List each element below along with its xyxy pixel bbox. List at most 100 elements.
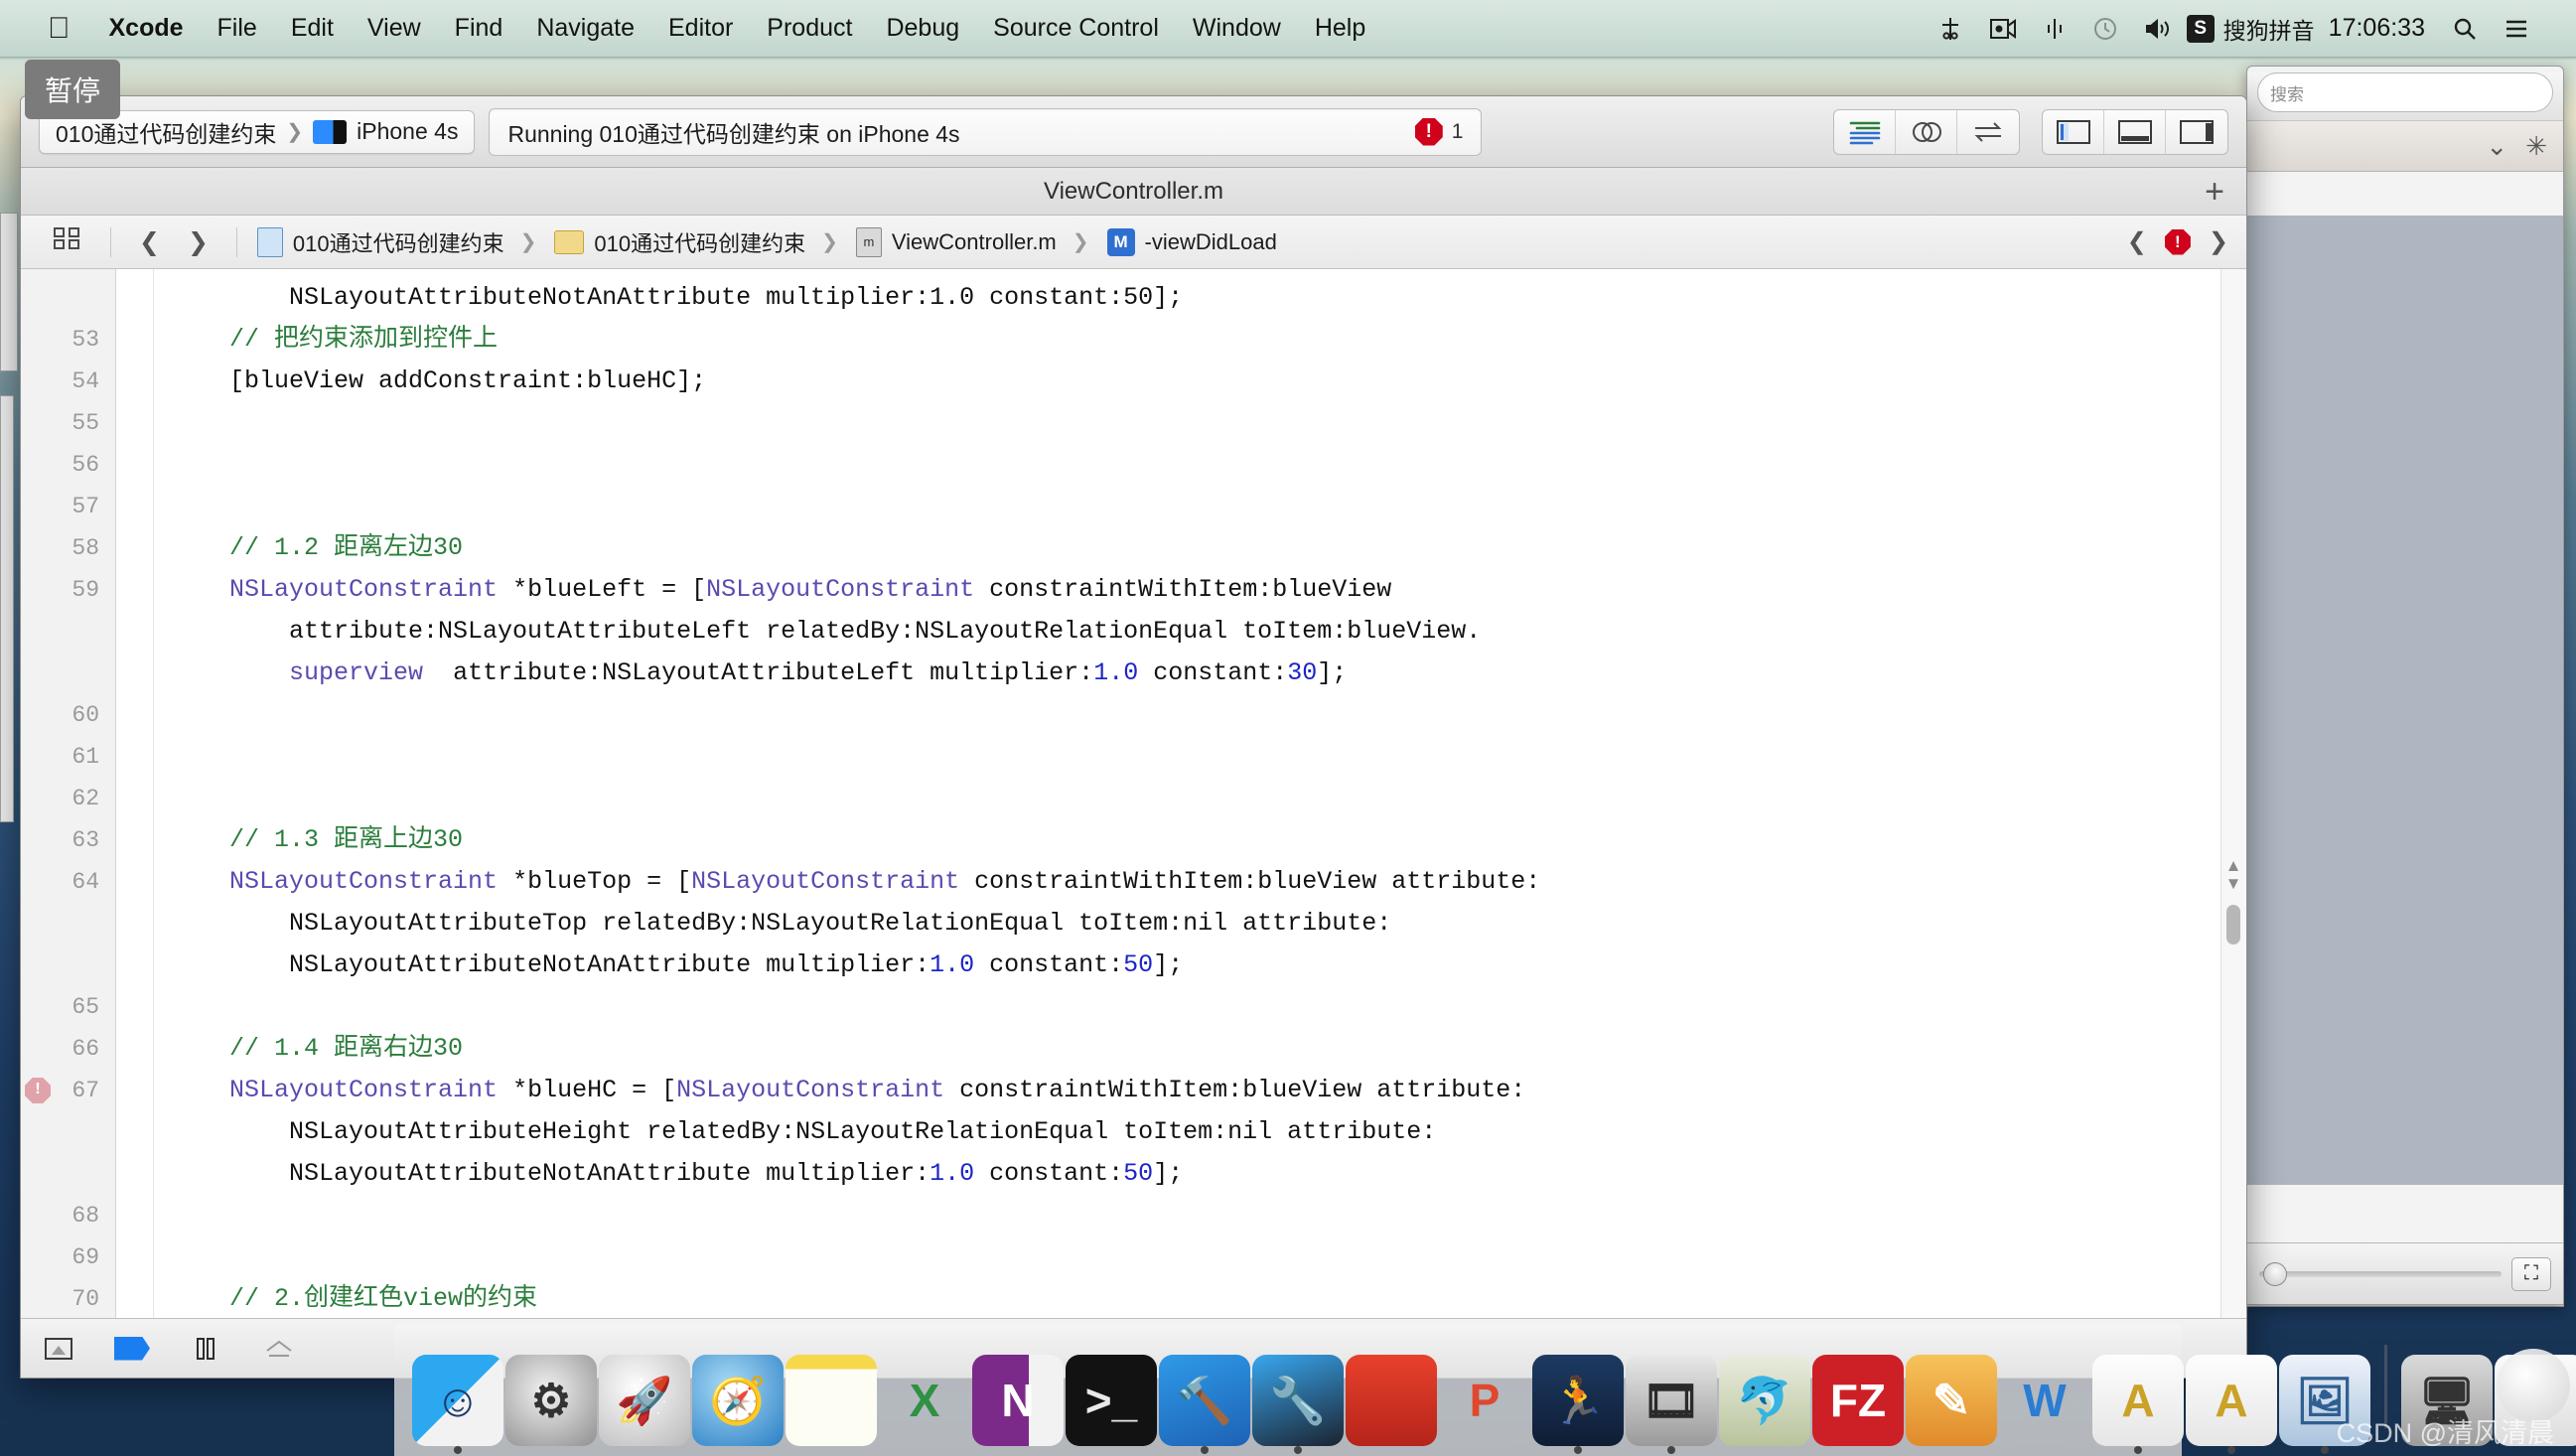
scrollbar-thumb[interactable] bbox=[2226, 905, 2240, 945]
dock-item-dash-docs[interactable]: 🏃 bbox=[1532, 1355, 1624, 1454]
breakpoint-toggle-icon[interactable] bbox=[112, 1332, 152, 1366]
assistant-editor-icon[interactable] bbox=[1896, 109, 1957, 154]
gutter-line-67[interactable]: ! 67 bbox=[21, 1070, 115, 1111]
code-line[interactable]: NSLayoutAttributeHeight relatedBy:NSLayo… bbox=[170, 1111, 2246, 1153]
zoom-slider[interactable] bbox=[2259, 1261, 2502, 1286]
line-error-marker-icon[interactable]: ! bbox=[25, 1078, 51, 1103]
dock-item-safari[interactable]: 🧭 bbox=[692, 1355, 784, 1446]
gutter-line-59[interactable]: 59 bbox=[21, 569, 115, 611]
gutter-line-53[interactable]: 53 bbox=[21, 319, 115, 361]
code-line[interactable]: NSLayoutConstraint *blueHC = [NSLayoutCo… bbox=[170, 1070, 2246, 1111]
dock-item-microsoft-onenote[interactable]: N bbox=[972, 1355, 1064, 1446]
gutter-line-65[interactable]: 65 bbox=[21, 986, 115, 1028]
gutter-line-57[interactable]: 57 bbox=[21, 486, 115, 527]
source-editor[interactable]: 5354555657585960616263646566!6768697071 … bbox=[21, 269, 2246, 1318]
version-editor-icon[interactable] bbox=[1957, 110, 2019, 154]
menu-item-edit[interactable]: Edit bbox=[274, 14, 351, 43]
xcode-window[interactable]: 010通过代码创建约束 ❯ iPhone 4s Running 010通过代码创… bbox=[20, 95, 2247, 1379]
code-line[interactable] bbox=[170, 486, 2246, 527]
background-window[interactable]: 搜索 ⌄ ✳ ⛶ bbox=[2246, 66, 2564, 1305]
gear-icon[interactable]: ✳ bbox=[2525, 131, 2547, 162]
code-line[interactable]: NSLayoutAttributeTop relatedBy:NSLayoutR… bbox=[170, 903, 2246, 945]
dock-item-font-book-a[interactable]: A bbox=[2092, 1355, 2184, 1454]
editor-mode-segmented-control[interactable] bbox=[1833, 108, 2020, 155]
breadcrumb-file[interactable]: m ViewController.m ❯ bbox=[850, 226, 1101, 257]
code-line[interactable]: NSLayoutAttributeNotAnAttribute multipli… bbox=[170, 945, 2246, 986]
fullscreen-button[interactable]: ⛶ bbox=[2511, 1256, 2551, 1291]
related-items-icon[interactable] bbox=[39, 225, 96, 258]
dock-item-xcode[interactable]: 🔨 bbox=[1159, 1355, 1250, 1454]
chevron-left-icon[interactable]: ❮ bbox=[125, 227, 174, 257]
dock-item-system-preferences[interactable]: ⚙ bbox=[505, 1355, 597, 1446]
code-line[interactable] bbox=[170, 1237, 2246, 1278]
menu-item-product[interactable]: Product bbox=[750, 14, 869, 43]
code-line[interactable] bbox=[170, 444, 2246, 486]
source-code-text[interactable]: NSLayoutAttributeNotAnAttribute multipli… bbox=[154, 269, 2246, 1318]
search-icon[interactable] bbox=[2439, 16, 2491, 42]
gutter-line-wrap[interactable] bbox=[21, 903, 115, 945]
code-line[interactable] bbox=[170, 986, 2246, 1028]
apple-icon[interactable]:  bbox=[48, 13, 71, 44]
time-machine-icon[interactable] bbox=[2079, 16, 2131, 42]
code-line[interactable] bbox=[170, 402, 2246, 444]
gutter-line-58[interactable]: 58 bbox=[21, 527, 115, 569]
line-number-gutter[interactable]: 5354555657585960616263646566!6768697071 bbox=[21, 269, 116, 1318]
volume-icon[interactable] bbox=[2131, 17, 2187, 41]
dock-item-sketch[interactable]: ✎ bbox=[1906, 1355, 1997, 1446]
dock-item-microsoft-excel[interactable]: X bbox=[879, 1355, 970, 1446]
dock-item-finder[interactable]: ☺ bbox=[412, 1355, 503, 1454]
dock-item-notes[interactable] bbox=[786, 1355, 877, 1446]
menu-item-source-control[interactable]: Source Control bbox=[976, 14, 1176, 43]
dock-item-adobe-acrobat[interactable]: P bbox=[1439, 1355, 1530, 1446]
code-line[interactable] bbox=[170, 1195, 2246, 1237]
menu-item-debug[interactable]: Debug bbox=[869, 14, 976, 43]
gutter-line-69[interactable]: 69 bbox=[21, 1237, 115, 1278]
gutter-line-56[interactable]: 56 bbox=[21, 444, 115, 486]
screen-record-icon[interactable] bbox=[1976, 17, 2030, 41]
code-line[interactable] bbox=[170, 778, 2246, 819]
chevron-down-icon[interactable]: ⌄ bbox=[2486, 131, 2507, 162]
code-line[interactable]: NSLayoutAttributeNotAnAttribute multipli… bbox=[170, 1153, 2246, 1195]
dock-item-xcode-beta[interactable]: 🔧 bbox=[1252, 1355, 1344, 1454]
breadcrumb-method[interactable]: M -viewDidLoad bbox=[1101, 227, 1283, 256]
ime-badge-icon[interactable]: S bbox=[2186, 14, 2215, 43]
gutter-line-wrap[interactable] bbox=[21, 1153, 115, 1195]
view-toggle-segmented-control[interactable] bbox=[2042, 108, 2228, 155]
step-over-icon[interactable] bbox=[259, 1332, 299, 1366]
code-line[interactable]: NSLayoutConstraint *blueLeft = [NSLayout… bbox=[170, 569, 2246, 611]
code-line[interactable] bbox=[170, 736, 2246, 778]
menu-item-xcode[interactable]: Xcode bbox=[92, 14, 201, 43]
menu-item-find[interactable]: Find bbox=[438, 14, 520, 43]
menu-item-view[interactable]: View bbox=[351, 14, 438, 43]
scissors-icon[interactable] bbox=[1925, 16, 1976, 42]
code-line[interactable]: // 1.4 距离右边30 bbox=[170, 1028, 2246, 1070]
hide-debug-area-icon[interactable] bbox=[39, 1332, 78, 1366]
mac-dock[interactable]: ☺⚙🚀🧭XN>_🔨🔧P🏃🎞🐬FZ✎WAA🖼🖥🗑 bbox=[394, 1325, 2576, 1456]
dock-item-microsoft-word[interactable]: W bbox=[1999, 1355, 2090, 1446]
menu-item-navigate[interactable]: Navigate bbox=[519, 14, 651, 43]
gutter-line-64[interactable]: 64 bbox=[21, 861, 115, 903]
ime-label[interactable]: 搜狗拼音 bbox=[2215, 12, 2315, 46]
code-line[interactable]: superview attribute:NSLayoutAttributeLef… bbox=[170, 653, 2246, 694]
gutter-line-wrap[interactable] bbox=[21, 611, 115, 653]
previous-issue-icon[interactable]: ❮ bbox=[2127, 227, 2147, 256]
code-line[interactable]: [blueView addConstraint:blueHC]; bbox=[170, 361, 2246, 402]
gutter-line-wrap[interactable] bbox=[21, 945, 115, 986]
zoom-slider-knob[interactable] bbox=[2263, 1261, 2287, 1286]
dock-item-launchpad[interactable]: 🚀 bbox=[599, 1355, 690, 1446]
standard-editor-icon[interactable] bbox=[1834, 109, 1896, 154]
code-line[interactable]: // 1.2 距离左边30 bbox=[170, 527, 2246, 569]
gutter-line-55[interactable]: 55 bbox=[21, 402, 115, 444]
menu-item-help[interactable]: Help bbox=[1298, 14, 1382, 43]
navigator-toggle-icon[interactable] bbox=[2043, 109, 2104, 154]
gutter-line-66[interactable]: 66 bbox=[21, 1028, 115, 1070]
issue-summary[interactable]: ! 1 bbox=[1414, 117, 1463, 146]
menu-item-window[interactable]: Window bbox=[1176, 14, 1298, 43]
dock-item-filezilla[interactable]: FZ bbox=[1812, 1355, 1904, 1446]
breadcrumb-project[interactable]: 010通过代码创建约束 ❯ bbox=[251, 226, 548, 258]
gutter-line-62[interactable]: 62 bbox=[21, 778, 115, 819]
chevron-right-icon[interactable]: ❯ bbox=[174, 227, 222, 257]
utilities-toggle-icon[interactable] bbox=[2166, 110, 2227, 154]
code-line[interactable]: // 把约束添加到控件上 bbox=[170, 319, 2246, 361]
audio-input-icon[interactable] bbox=[2030, 17, 2079, 41]
